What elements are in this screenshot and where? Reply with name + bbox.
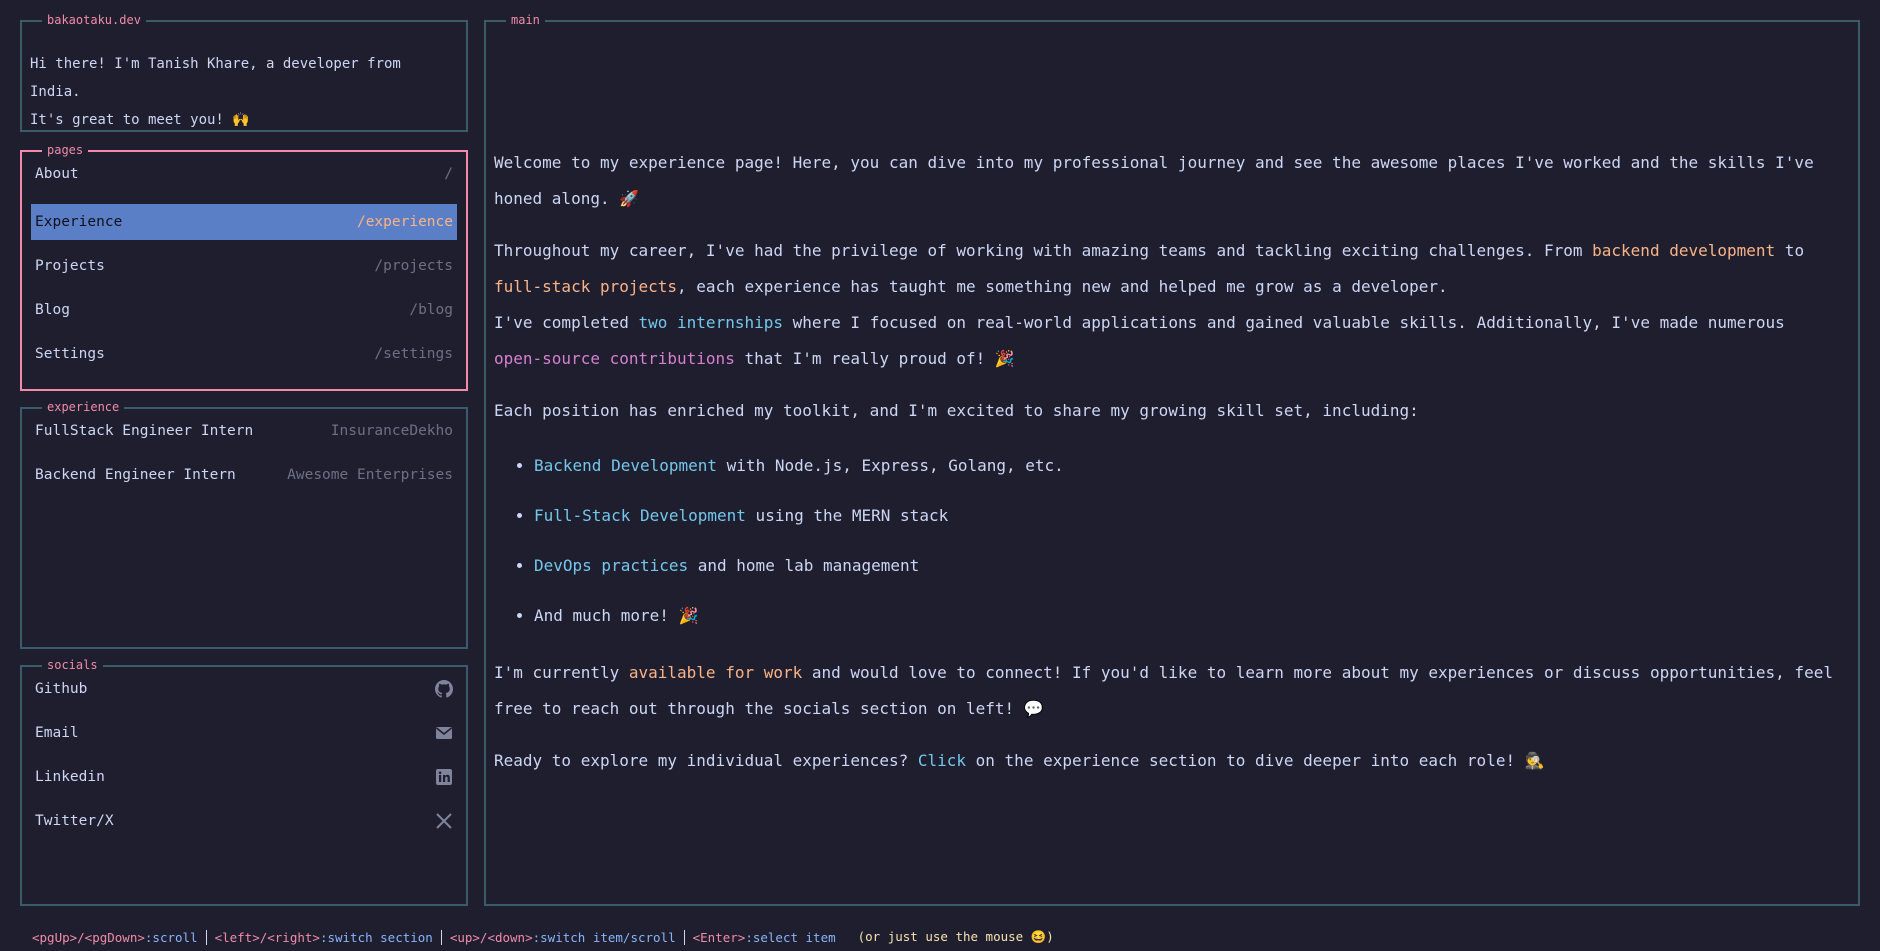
page-path: /projects (374, 258, 453, 274)
page-label: About (35, 166, 79, 182)
page-item-about[interactable]: About / (31, 156, 457, 192)
availability-paragraph: I'm currently available for work and wou… (494, 663, 1833, 718)
list-item: DevOps practices and home lab management (534, 541, 1834, 591)
highlight-internships: two internships (638, 313, 784, 332)
mouse-hint: (or just use the mouse 😆) (857, 929, 1054, 944)
socials-panel-title: socials (42, 658, 103, 672)
page-item-settings[interactable]: Settings /settings (31, 336, 457, 372)
highlight-backend: backend development (1592, 241, 1776, 260)
list-item: Full-Stack Development using the MERN st… (534, 491, 1834, 541)
social-item-linkedin[interactable]: Linkedin (31, 759, 457, 795)
click-highlight: Click (917, 751, 967, 770)
highlight-opensource: open-source contributions (494, 349, 735, 368)
page-item-experience[interactable]: Experience /experience (31, 204, 457, 240)
experience-company: InsuranceDekho (330, 423, 453, 439)
experience-item[interactable]: FullStack Engineer Intern InsuranceDekho (31, 413, 457, 449)
main-panel[interactable]: main Welcome to my experience page! Here… (484, 13, 1860, 906)
experience-panel-title: experience (42, 400, 125, 414)
about-text: Hi there! I'm Tanish Khare, a developer … (30, 50, 458, 134)
page-path: /settings (374, 346, 453, 362)
journey-paragraph: Throughout my career, I've had the privi… (494, 241, 1805, 296)
github-icon (435, 680, 453, 698)
keybinding-select: <Enter>:select item (683, 929, 844, 945)
skills-list: Backend Development with Node.js, Expres… (494, 441, 1834, 641)
linkedin-icon (435, 768, 453, 786)
about-line-1: Hi there! I'm Tanish Khare, a developer … (30, 56, 401, 100)
toolkit-paragraph: Each position has enriched my toolkit, a… (494, 401, 1419, 420)
page-item-blog[interactable]: Blog /blog (31, 292, 457, 328)
main-content: Welcome to my experience page! Here, you… (494, 145, 1834, 795)
keybinding-scroll: <pgUp>/<pgDown>:scroll (32, 929, 198, 945)
about-panel-title: bakaotaku.dev (42, 13, 146, 27)
highlight-available: available for work (628, 663, 803, 682)
page-label: Projects (35, 258, 105, 274)
highlight-fullstack: full-stack projects (494, 277, 678, 296)
socials-panel: socials Github Email Linkedin Twitter/X (20, 658, 468, 906)
social-item-twitter[interactable]: Twitter/X (31, 803, 457, 839)
experience-company: Awesome Enterprises (287, 467, 453, 483)
list-item: Backend Development with Node.js, Expres… (534, 441, 1834, 491)
keybinding-switch-section: <left>/<right>:switch section (205, 929, 441, 945)
social-item-github[interactable]: Github (31, 671, 457, 707)
social-item-email[interactable]: Email (31, 715, 457, 751)
experience-item[interactable]: Backend Engineer Intern Awesome Enterpri… (31, 457, 457, 493)
social-label: Github (35, 681, 88, 697)
intro-paragraph: Welcome to my experience page! Here, you… (494, 153, 1814, 208)
page-path: /experience (356, 214, 453, 230)
keybinding-bar: <pgUp>/<pgDown>:scroll <left>/<right>:sw… (26, 926, 1054, 948)
page-label: Settings (35, 346, 105, 362)
page-path: / (444, 166, 453, 182)
pages-panel: pages About / Experience /experience Pro… (20, 143, 468, 391)
experience-role: Backend Engineer Intern (35, 467, 236, 483)
about-line-2: It's great to meet you! 🙌 (30, 112, 250, 128)
x-icon (435, 812, 453, 830)
page-label: Experience (35, 214, 123, 230)
experience-role: FullStack Engineer Intern (35, 423, 254, 439)
page-path: /blog (409, 302, 453, 318)
pages-panel-title: pages (42, 143, 89, 157)
experience-panel: experience FullStack Engineer Intern Ins… (20, 400, 468, 649)
keybinding-switch-item: <up>/<down>:switch item/scroll (440, 929, 684, 945)
main-panel-title: main (506, 13, 545, 27)
page-item-projects[interactable]: Projects /projects (31, 248, 457, 284)
social-label: Email (35, 725, 79, 741)
internships-paragraph: I've completed two internships where I f… (494, 313, 1785, 368)
page-label: Blog (35, 302, 70, 318)
explore-paragraph: Ready to explore my individual experienc… (494, 751, 1545, 770)
social-label: Twitter/X (35, 813, 114, 829)
list-item: And much more! 🎉 (534, 591, 1834, 641)
email-icon (435, 724, 453, 742)
social-label: Linkedin (35, 769, 105, 785)
about-panel: bakaotaku.dev Hi there! I'm Tanish Khare… (20, 13, 468, 134)
